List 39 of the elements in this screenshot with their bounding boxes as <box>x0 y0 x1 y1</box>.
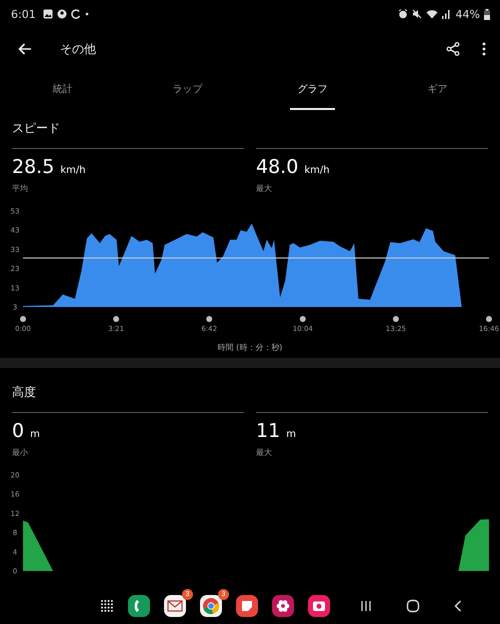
wifi-icon <box>426 9 438 19</box>
stat-label: 最小 <box>12 447 29 458</box>
gallery-icon <box>42 9 53 19</box>
screen-title: その他 <box>60 40 96 58</box>
sync-icon <box>70 9 81 19</box>
share-icon <box>446 42 460 56</box>
x-tick-dot <box>20 316 26 322</box>
axis-title: 時間 (時：分：秒) <box>216 342 284 354</box>
x-tick-dot <box>206 316 212 322</box>
stat-label: 平均 <box>12 183 29 194</box>
recent-apps-icon <box>360 600 372 612</box>
status-time: 6:01 <box>11 8 36 20</box>
stat-label: 最大 <box>256 183 273 194</box>
home-icon <box>406 599 420 613</box>
tab[interactable]: ギア <box>405 70 470 110</box>
x-tick-dot <box>486 316 492 322</box>
back-arrow-icon <box>18 43 32 55</box>
stat-value: 48.0 km/h <box>256 157 331 180</box>
tab[interactable]: 統計 <box>30 70 95 110</box>
x-tick-dot <box>300 316 306 322</box>
section-title: スピード <box>11 120 61 137</box>
grid-icon <box>100 599 114 613</box>
dot-icon <box>84 12 89 16</box>
x-tick-dot <box>392 316 399 322</box>
signal-icon <box>442 9 450 19</box>
tab[interactable]: グラフ <box>290 70 335 110</box>
stat-value: 11 m <box>256 421 297 444</box>
stat-value: 28.5 km/h <box>12 157 87 180</box>
back-icon <box>454 600 462 612</box>
stat-value: 0 m <box>12 421 41 444</box>
mute-icon <box>412 9 422 19</box>
x-tick-dot <box>113 316 120 322</box>
stat-label: 最大 <box>256 447 273 458</box>
section-title: 高度 <box>11 384 37 401</box>
more-icon <box>482 42 486 56</box>
alarm-icon <box>398 9 408 19</box>
battery-percent: 44% <box>456 8 480 20</box>
battery-icon <box>484 8 490 20</box>
tab[interactable]: ラップ <box>155 70 220 110</box>
